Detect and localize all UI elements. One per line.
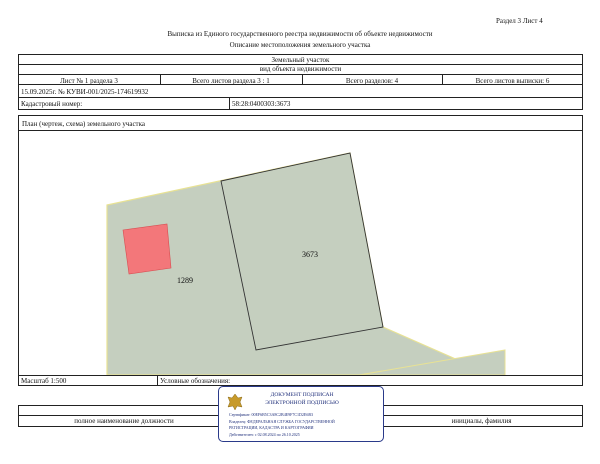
plan-caption: План (чертеж, схема) земельного участка xyxy=(22,120,146,128)
page-title: Выписка из Единого государственного реес… xyxy=(167,30,433,38)
page-subtitle: Описание местоположения земельного участ… xyxy=(229,41,371,49)
object-type-caption: вид объекта недвижимости xyxy=(259,65,342,73)
cadastral-label: Кадастровый номер: xyxy=(21,100,83,108)
scale-label: Масштаб 1:500 xyxy=(21,377,67,385)
divider xyxy=(18,97,583,98)
divider xyxy=(157,375,158,386)
name-caption: инициалы, фамилия xyxy=(451,417,512,425)
stamp-line2: ЭЛЕКТРОННОЙ ПОДПИСЬЮ xyxy=(265,400,339,406)
parcel-label-3673: 3673 xyxy=(302,250,318,259)
position-caption: полное наименование должности xyxy=(74,417,174,425)
plan-drawing: 1289 3673 xyxy=(106,152,506,375)
electronic-signature-stamp: ДОКУМЕНТ ПОДПИСАН ЭЛЕКТРОННОЙ ПОДПИСЬЮ С… xyxy=(218,386,384,442)
divider xyxy=(18,74,583,75)
divider xyxy=(18,84,583,85)
legend-label: Условные обозначения: xyxy=(160,377,231,385)
parcel-label-1289: 1289 xyxy=(177,276,193,285)
record-number: 15.09.2025г. № КУВИ-001/2025-174619932 xyxy=(21,88,149,96)
divider xyxy=(18,375,583,376)
stamp-owner: Владелец: ФЕДЕРАЛЬНАЯ СЛУЖБА ГОСУДАРСТВЕ… xyxy=(229,419,335,424)
section-sheet-label: Раздел 3 Лист 4 xyxy=(496,17,543,25)
building-footprint xyxy=(122,223,172,275)
stamp-line1: ДОКУМЕНТ ПОДПИСАН xyxy=(270,392,334,398)
cadastral-number: 58:28:0400303:3673 xyxy=(232,100,291,108)
divider xyxy=(229,97,230,110)
stamp-owner-2: РЕГИСТРАЦИИ, КАДАСТРА И КАРТОГРАФИИ xyxy=(229,425,314,430)
object-type: Земельный участок xyxy=(271,56,330,64)
stamp-cert: Сертификат: 00ЕF6В5С3А8С2В4Е9F7С1D2Е6В3 xyxy=(229,412,314,417)
stamp-valid: Действителен: с 02.08.2024 по 26.10.2025 xyxy=(229,432,300,437)
